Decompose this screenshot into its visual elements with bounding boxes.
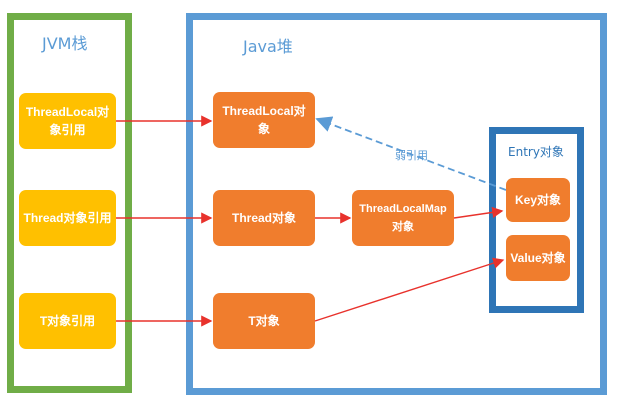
reference-arrows <box>116 115 507 327</box>
weak-reference-label: 弱引用 <box>395 149 428 162</box>
arrow-map-to-entry <box>453 206 504 219</box>
arrow-t-to-value <box>314 257 505 322</box>
